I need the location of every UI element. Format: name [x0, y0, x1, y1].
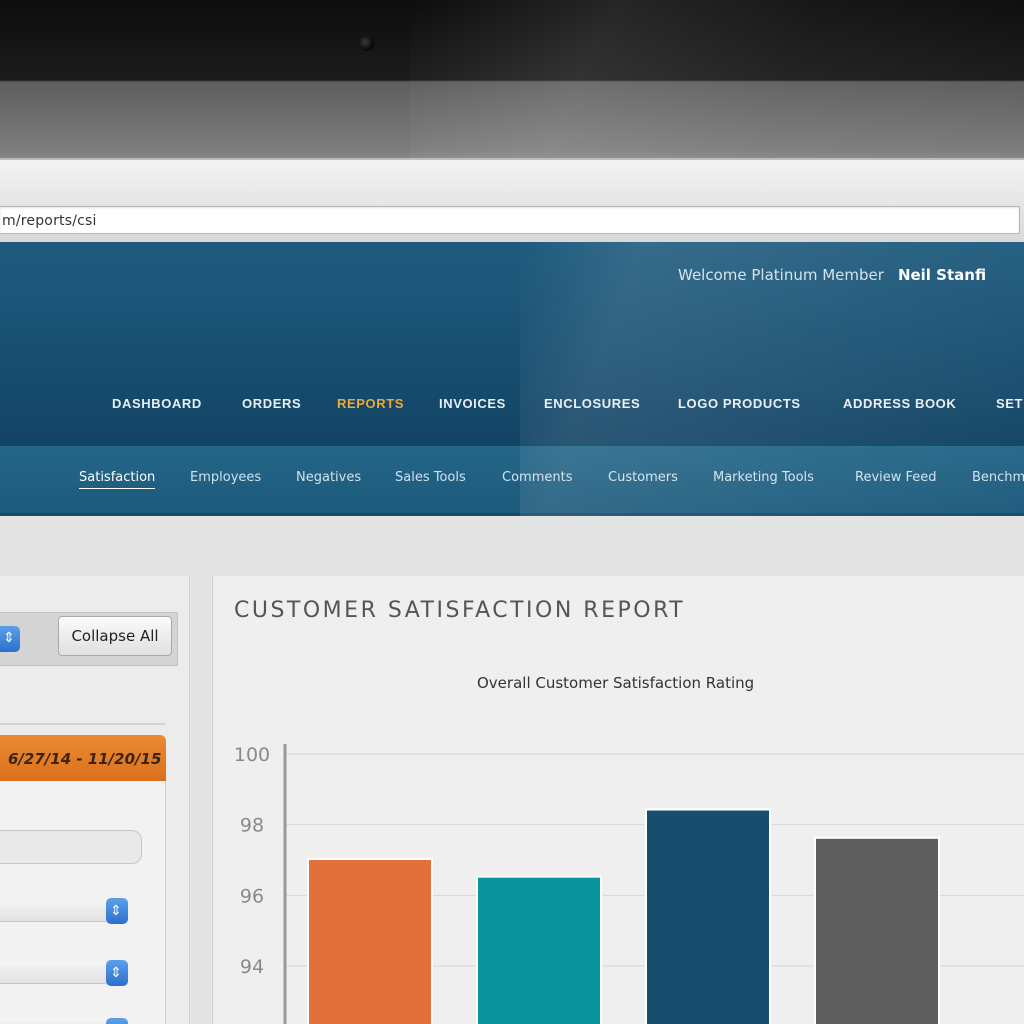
bezel-reflection — [410, 0, 1024, 160]
y-tick-label: 96 — [240, 885, 264, 907]
satisfaction-bar-chart: 100 98 96 94 — [234, 744, 1024, 1024]
nav-invoices[interactable]: INVOICES — [439, 396, 506, 411]
main-nav: DASHBOARD ORDERS REPORTS INVOICES ENCLOS… — [0, 396, 1024, 416]
nav-reports[interactable]: REPORTS — [337, 396, 404, 411]
collapse-all-button[interactable]: Collapse All — [58, 616, 172, 656]
nav-settings[interactable]: SET — [996, 396, 1023, 411]
bar-1[interactable] — [309, 860, 431, 1024]
filter-select-2[interactable] — [0, 962, 106, 984]
browser-toolbar: m/reports/csi — [0, 158, 1024, 242]
y-tick-label: 98 — [240, 815, 264, 837]
address-bar[interactable]: m/reports/csi — [0, 206, 1020, 234]
welcome-text: Welcome Platinum Member — [678, 266, 884, 284]
sub-nav: Satisfaction Employees Negatives Sales T… — [0, 446, 1024, 516]
subnav-review-feed[interactable]: Review Feed — [855, 470, 937, 485]
nav-address-book[interactable]: ADDRESS BOOK — [843, 396, 956, 411]
date-range-text: 6/27/14 - 11/20/15 — [8, 750, 162, 768]
subnav-comments[interactable]: Comments — [502, 470, 572, 485]
chart-title: Overall Customer Satisfaction Rating — [477, 674, 755, 692]
nav-dashboard[interactable]: DASHBOARD — [112, 396, 202, 411]
bar-2[interactable] — [478, 877, 600, 1024]
y-tick-label: 100 — [234, 744, 270, 766]
y-tick-label: 94 — [240, 956, 264, 978]
subnav-satisfaction[interactable]: Satisfaction — [79, 470, 156, 489]
filter-text-field[interactable] — [0, 830, 142, 864]
subnav-customers[interactable]: Customers — [608, 470, 678, 485]
subnav-benchmarks[interactable]: Benchm — [972, 470, 1024, 485]
sidebar-divider — [0, 723, 165, 725]
report-title: CUSTOMER SATISFACTION REPORT — [234, 598, 686, 623]
bar-4[interactable] — [816, 838, 938, 1024]
subnav-marketing-tools[interactable]: Marketing Tools — [713, 470, 814, 485]
nav-orders[interactable]: ORDERS — [242, 396, 301, 411]
select-arrows-icon[interactable] — [106, 960, 128, 986]
filter-select-3[interactable] — [0, 1018, 106, 1024]
subnav-employees[interactable]: Employees — [190, 470, 261, 485]
nav-logo-products[interactable]: LOGO PRODUCTS — [678, 396, 801, 411]
view-select-arrow-icon[interactable] — [0, 626, 20, 652]
filter-select-1[interactable] — [0, 900, 106, 922]
subnav-negatives[interactable]: Negatives — [296, 470, 361, 485]
url-text: m/reports/csi — [2, 213, 97, 229]
subnav-sales-tools[interactable]: Sales Tools — [395, 470, 466, 485]
nav-enclosures[interactable]: ENCLOSURES — [544, 396, 640, 411]
date-range-tab[interactable]: 6/27/14 - 11/20/15 — [0, 735, 166, 781]
select-arrows-icon[interactable] — [106, 898, 128, 924]
user-name-link[interactable]: Neil Stanfi — [898, 266, 986, 284]
camera-icon — [359, 36, 374, 51]
select-arrows-icon[interactable] — [106, 1018, 128, 1024]
welcome-message: Welcome Platinum Member Neil Stanfi — [678, 266, 986, 284]
bar-3[interactable] — [647, 810, 769, 1024]
